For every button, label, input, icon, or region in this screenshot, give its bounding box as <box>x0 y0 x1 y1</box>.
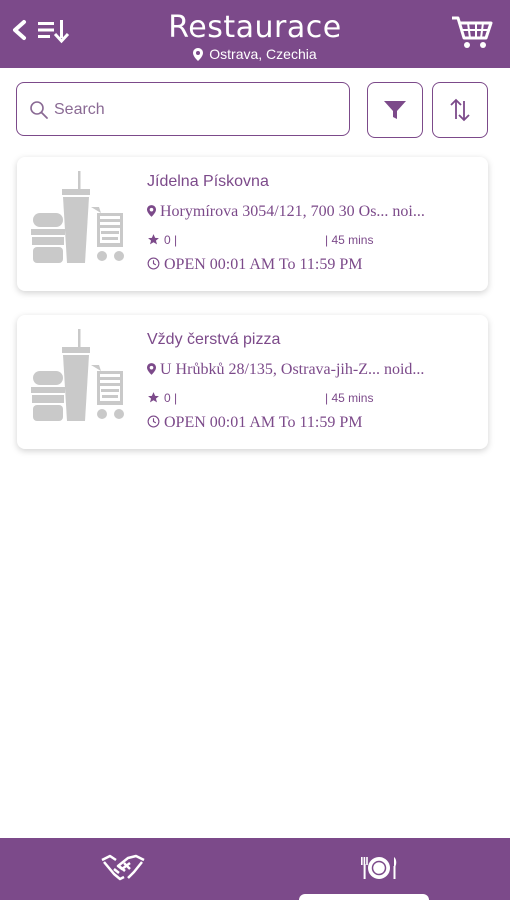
star-icon <box>148 234 159 245</box>
location-pin-icon <box>147 205 156 217</box>
app-header: Restaurace Ostrava, Czechia <box>0 0 510 68</box>
restaurant-card[interactable]: Jídelna Pískovna Horymírova 3054/121, 70… <box>17 157 488 291</box>
location-pin-icon <box>193 48 204 61</box>
rating-text: 0 | <box>164 233 178 247</box>
cart-icon[interactable] <box>450 14 494 50</box>
restaurant-rating: 0 | <box>147 233 177 247</box>
address-text: Horymírova 3054/121, 700 30 Os... noi... <box>160 203 425 220</box>
clock-icon <box>147 415 160 428</box>
star-icon <box>148 392 159 403</box>
search-icon <box>30 101 48 119</box>
delivery-time: | 45 mins <box>325 233 374 247</box>
filter-button[interactable] <box>367 82 423 138</box>
restaurant-rating: 0 | <box>147 391 177 405</box>
location-label: Ostrava, Czechia <box>0 46 510 62</box>
clock-icon <box>147 257 160 270</box>
address-text: U Hrůbků 28/135, Ostrava-jih-Z... noid..… <box>160 361 425 378</box>
restaurant-card[interactable]: Vždy čerstvá pizza U Hrůbků 28/135, Ostr… <box>17 315 488 449</box>
bottom-navigation <box>0 838 510 902</box>
filter-icon <box>384 101 406 119</box>
handshake-icon <box>101 854 145 881</box>
restaurant-address: Horymírova 3054/121, 700 30 Os... noi... <box>147 203 425 221</box>
dining-plate-icon <box>361 857 397 879</box>
restaurant-address: U Hrůbků 28/135, Ostrava-jih-Z... noid..… <box>147 361 424 379</box>
opening-hours: OPEN 00:01 AM To 11:59 PM <box>147 414 362 432</box>
hours-text: OPEN 00:01 AM To 11:59 PM <box>164 256 363 273</box>
search-placeholder: Search <box>54 101 105 118</box>
delivery-time: | 45 mins <box>325 391 374 405</box>
sort-arrows-icon <box>450 98 470 122</box>
tab-restaurants[interactable] <box>255 838 510 902</box>
tab-deals[interactable] <box>0 838 255 900</box>
hours-text: OPEN 00:01 AM To 11:59 PM <box>164 414 363 431</box>
opening-hours: OPEN 00:01 AM To 11:59 PM <box>147 256 362 274</box>
restaurant-name: Jídelna Pískovna <box>147 173 269 190</box>
search-input[interactable]: Search <box>16 82 350 136</box>
sort-button[interactable] <box>432 82 488 138</box>
restaurant-name: Vždy čerstvá pizza <box>147 331 281 348</box>
location-pin-icon <box>147 363 156 375</box>
location-text: Ostrava, Czechia <box>209 46 317 62</box>
restaurant-placeholder-icon <box>31 171 124 263</box>
selected-tab-indicator <box>299 894 429 902</box>
restaurant-placeholder-icon <box>31 329 124 421</box>
rating-text: 0 | <box>164 391 178 405</box>
page-title: Restaurace <box>168 10 342 45</box>
